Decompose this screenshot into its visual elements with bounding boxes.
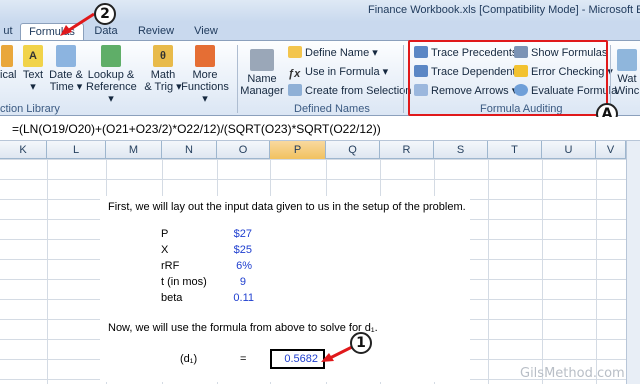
more-label-1: More (192, 69, 218, 81)
theta-icon: θ (153, 45, 173, 67)
gridline (47, 159, 48, 384)
input-label-rrf: rRF (161, 260, 180, 272)
text-label: Text (22, 69, 44, 81)
watch-window-icon (617, 49, 637, 71)
name-manager-button[interactable]: Name Manager (240, 49, 284, 97)
define-name-label: Define Name ▾ (305, 47, 378, 59)
intro-text: First, we will lay out the input data gi… (108, 201, 466, 213)
name-manager-label-2: Manager (240, 85, 284, 97)
create-from-selection-button[interactable]: Create from Selection (288, 83, 411, 99)
input-value-x[interactable]: $25 (210, 244, 252, 256)
column-header-k[interactable]: K (0, 141, 47, 159)
column-header-u[interactable]: U (542, 141, 596, 159)
lookup-label-1: Lookup & (87, 69, 135, 81)
column-header-s[interactable]: S (434, 141, 488, 159)
name-manager-icon (250, 49, 274, 71)
tab-view[interactable]: View (188, 23, 224, 40)
callout-1: 1 (350, 332, 372, 354)
date-time-label-1: Date & (49, 69, 83, 81)
column-header-t[interactable]: T (488, 141, 542, 159)
text-icon: A (23, 45, 43, 67)
function-library-label: ction Library (0, 103, 60, 115)
gridline (596, 159, 597, 384)
fx-icon: ƒx (288, 68, 301, 80)
date-time-label-2: Time ▾ (49, 81, 83, 93)
more-label-2: Functions ▾ (181, 81, 229, 105)
tab-home-partial[interactable]: ut (0, 23, 16, 40)
define-name-icon (288, 46, 302, 58)
column-header-p[interactable]: P (270, 141, 326, 159)
create-from-selection-label: Create from Selection (305, 85, 412, 97)
equals-sign: = (240, 353, 247, 365)
logical-icon (1, 45, 13, 67)
input-label-t: t (in mos) (161, 276, 207, 288)
create-selection-icon (288, 84, 302, 96)
more-functions-button[interactable]: More Functions ▾ (180, 45, 230, 105)
formula-auditing-highlight (408, 40, 608, 116)
watch-label-2: Winc (614, 85, 640, 97)
input-value-rrf[interactable]: 6% (210, 260, 252, 272)
separator (237, 45, 238, 113)
logical-label: ical (0, 69, 17, 81)
solve-text: Now, we will use the formula from above … (108, 322, 378, 334)
logical-button[interactable]: ical (0, 45, 17, 81)
column-header-r[interactable]: R (380, 141, 434, 159)
column-header-l[interactable]: L (47, 141, 106, 159)
watch-window-button[interactable]: Wat Winc (614, 49, 640, 97)
text-button[interactable]: A Text ▾ (18, 45, 48, 93)
date-time-button[interactable]: Date & Time ▾ (48, 45, 84, 93)
formula-bar[interactable]: =(LN(O19/O20)+(O21+O23/2)*O22/12)/(SQRT(… (0, 117, 640, 141)
column-header-q[interactable]: Q (326, 141, 380, 159)
column-headers: K L M N O P Q R S T U V (0, 141, 640, 159)
window-title: Finance Workbook.xls [Compatibility Mode… (368, 4, 640, 16)
column-header-v[interactable]: V (596, 141, 626, 159)
separator (403, 45, 404, 113)
name-manager-label-1: Name (247, 73, 277, 85)
input-value-beta[interactable]: 0.11 (210, 292, 254, 304)
column-header-o[interactable]: O (217, 141, 270, 159)
lookup-reference-button[interactable]: Lookup & Reference ▾ (86, 45, 137, 105)
input-label-p: P (161, 228, 169, 240)
define-name-button[interactable]: Define Name ▾ (288, 45, 378, 61)
gridline (542, 159, 543, 384)
column-header-n[interactable]: N (162, 141, 217, 159)
d1-label: (d₁) (180, 353, 198, 365)
callout-2: 2 (94, 3, 116, 25)
lookup-label-2: Reference ▾ (86, 81, 137, 105)
input-value-p[interactable]: $27 (210, 228, 252, 240)
watermark: GilsMethod.com (520, 366, 625, 381)
column-header-m[interactable]: M (106, 141, 162, 159)
watch-label-1: Wat (617, 73, 637, 85)
input-label-x: X (161, 244, 169, 256)
input-value-t[interactable]: 9 (210, 276, 246, 288)
text-dropdown: ▾ (30, 81, 36, 93)
gridline (488, 159, 489, 384)
more-functions-icon (195, 45, 215, 67)
input-label-beta: beta (161, 292, 183, 304)
book-icon (101, 45, 121, 67)
calendar-icon (56, 45, 76, 67)
vertical-scrollbar[interactable] (626, 141, 640, 384)
tab-review[interactable]: Review (134, 23, 178, 40)
d1-value[interactable]: 0.5682 (274, 353, 318, 365)
red-arrow-2 (60, 12, 95, 36)
formula-text: =(LN(O19/O20)+(O21+O23/2)*O22/12)/(SQRT(… (12, 122, 381, 136)
use-in-formula-button[interactable]: ƒx Use in Formula ▾ (288, 64, 388, 80)
use-in-formula-label: Use in Formula ▾ (305, 66, 389, 78)
defined-names-label: Defined Names (294, 103, 370, 115)
